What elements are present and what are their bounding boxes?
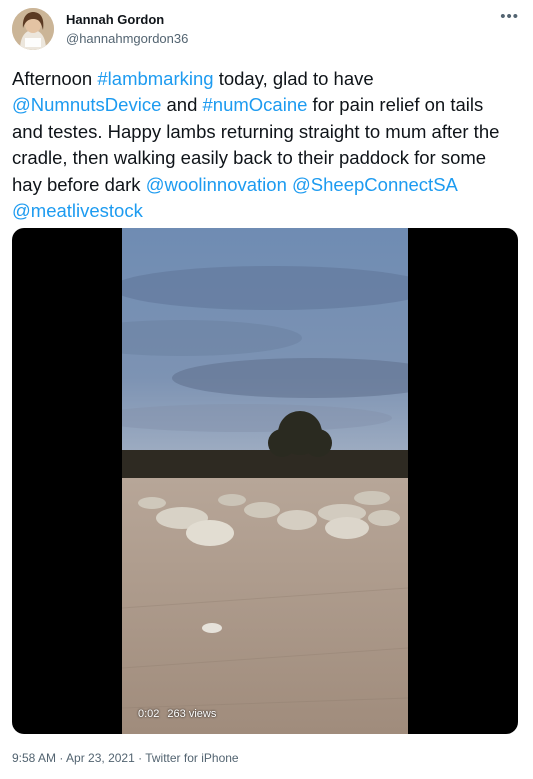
video-thumbnail [122, 228, 408, 734]
hashtag-link[interactable]: #numOcaine [203, 94, 308, 115]
display-name[interactable]: Hannah Gordon [66, 12, 164, 27]
hashtag-link[interactable]: #lambmarking [97, 68, 213, 89]
tweet-source-app[interactable]: Twitter for iPhone [145, 751, 238, 765]
profile-photo [12, 8, 54, 50]
more-horizontal-icon[interactable]: ••• [500, 8, 519, 25]
user-handle[interactable]: @hannahmgordon36 [66, 31, 188, 46]
mention-link[interactable]: @meatlivestock [12, 200, 143, 221]
mention-link[interactable]: @SheepConnectSA [292, 174, 457, 195]
video-frame[interactable]: 0:02 263 views [122, 228, 408, 734]
video-duration: 0:02 [138, 708, 160, 720]
meta-separator: · [134, 751, 146, 765]
video-views: 263 views [167, 708, 217, 720]
tweet-text-segment: and [161, 94, 203, 116]
tweet-date[interactable]: Apr 23, 2021 [66, 751, 135, 765]
tweet-text-segment: today, glad to have [213, 68, 374, 89]
tweet-card: Hannah Gordon @hannahmgordon36 ••• After… [0, 0, 533, 779]
tweet-text-segment: Afternoon [12, 68, 98, 89]
tweet-text: Afternoon #lambmarking today, glad to ha… [12, 66, 517, 224]
meta-separator: · [56, 751, 67, 765]
tweet-time[interactable]: 9:58 AM [12, 751, 56, 765]
avatar[interactable] [12, 8, 54, 50]
mention-link[interactable]: @woolinnovation [146, 174, 287, 195]
video-info: 0:02 263 views [138, 708, 216, 720]
video-player[interactable]: 0:02 263 views [12, 228, 518, 734]
tweet-meta: 9:58 AM · Apr 23, 2021 · Twitter for iPh… [12, 751, 239, 765]
mention-link[interactable]: @NumnutsDevice [12, 94, 161, 115]
